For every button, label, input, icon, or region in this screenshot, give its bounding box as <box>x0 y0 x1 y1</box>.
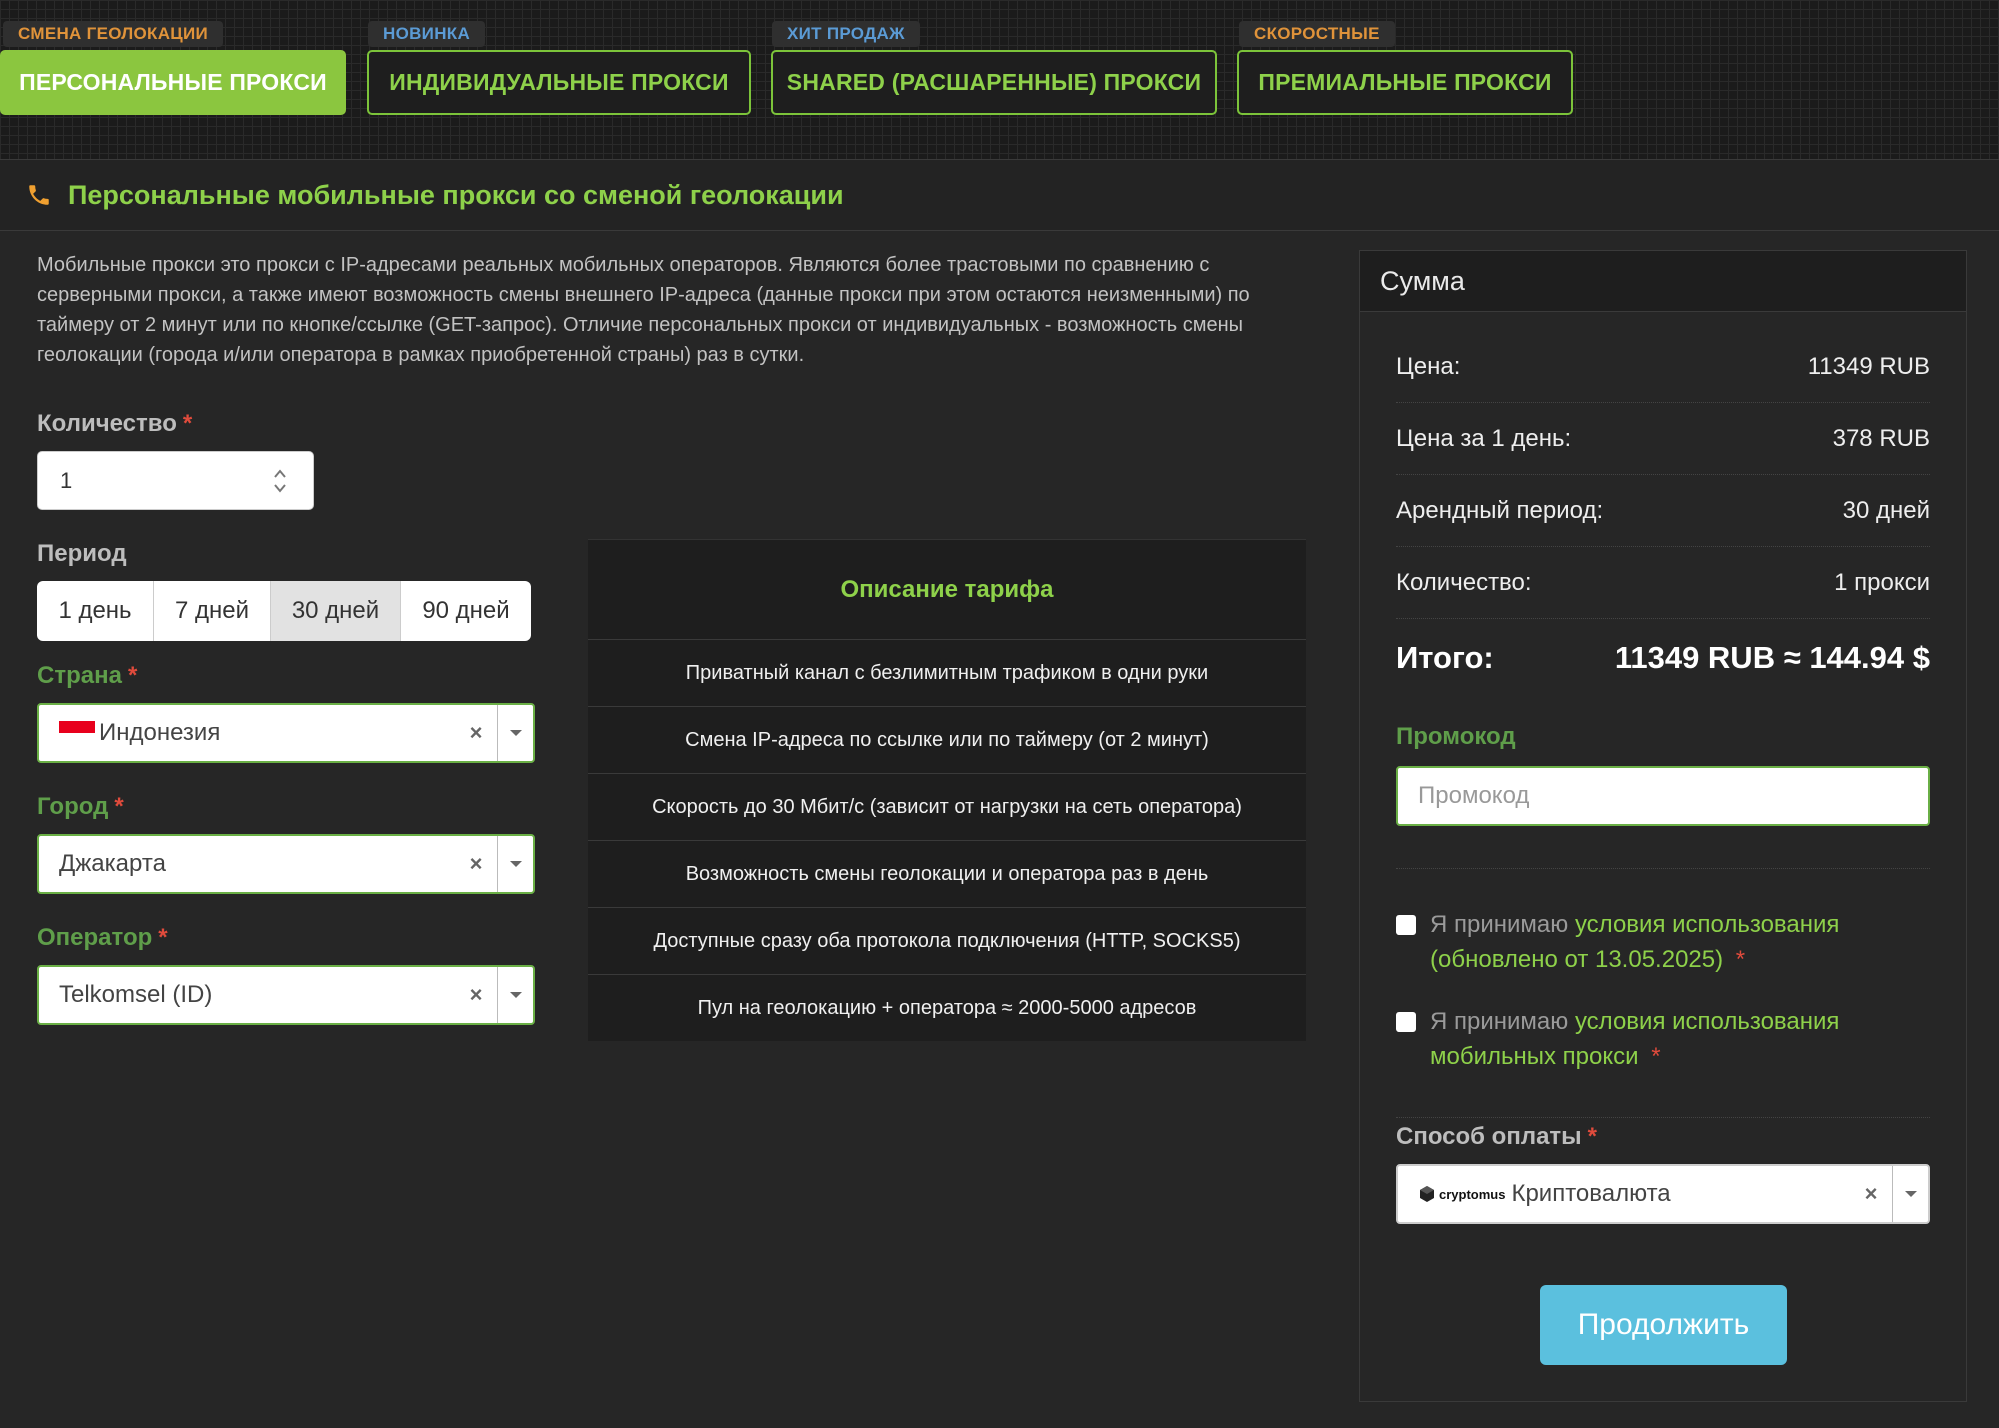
tab-badge: ХИТ ПРОДАЖ <box>772 21 920 47</box>
summary-value: 1 прокси <box>1834 568 1930 596</box>
chevron-down-icon[interactable] <box>497 705 533 761</box>
tab-badge: СМЕНА ГЕОЛОКАЦИИ <box>3 21 224 47</box>
payment-value: Криптовалюта <box>1511 1180 1671 1207</box>
indonesia-flag-icon <box>59 721 95 745</box>
summary-value: 378 RUB <box>1832 424 1930 452</box>
tariff-row: Пул на геолокацию + оператора ≈ 2000-500… <box>588 974 1306 1041</box>
tariff-row: Скорость до 30 Мбит/с (зависит от нагруз… <box>588 773 1306 840</box>
country-select[interactable]: Индонезия × <box>37 703 535 763</box>
mobile-terms-text: Я принимаю условия использования мобильн… <box>1430 1004 1930 1074</box>
tab-individual-button[interactable]: ИНДИВИДУАЛЬНЫЕ ПРОКСИ <box>367 50 751 115</box>
page-title: Персональные мобильные прокси со сменой … <box>68 179 844 210</box>
period-option-7[interactable]: 7 дней <box>154 581 271 641</box>
quantity-stepper[interactable]: 1 <box>37 451 314 510</box>
terms-text: Я принимаю условия использования (обновл… <box>1430 907 1930 977</box>
city-select[interactable]: Джакарта × <box>37 834 535 894</box>
chevron-down-icon[interactable] <box>1892 1166 1928 1222</box>
summary-label: Цена за 1 день: <box>1396 424 1572 452</box>
period-option-90[interactable]: 90 дней <box>401 581 531 641</box>
tab-shared-button[interactable]: SHARED (РАСШАРЕННЫЕ) ПРОКСИ <box>771 50 1217 115</box>
mobile-terms-checkbox[interactable] <box>1396 1012 1416 1032</box>
quantity-value: 1 <box>60 467 73 493</box>
payment-method-select[interactable]: cryptomus Криптовалюта × <box>1396 1164 1930 1224</box>
total-label: Итого: <box>1396 640 1494 675</box>
divider <box>1396 868 1930 869</box>
terms-checkbox[interactable] <box>1396 915 1416 935</box>
required-mark: * <box>127 662 138 689</box>
promo-label: Промокод <box>1396 723 1516 750</box>
clear-icon[interactable]: × <box>1850 1181 1892 1207</box>
city-value: Джакарта <box>59 850 166 877</box>
operator-label-text: Оператор <box>37 924 153 951</box>
summary-panel: Сумма Цена: 11349 RUB Цена за 1 день: 37… <box>1359 250 1967 1402</box>
city-label-text: Город <box>37 793 109 820</box>
divider <box>1396 1117 1930 1118</box>
chevron-down-icon[interactable] <box>497 967 533 1023</box>
clear-icon[interactable]: × <box>455 851 497 877</box>
quantity-label-text: Количество <box>37 410 177 437</box>
summary-label: Арендный период: <box>1396 496 1604 524</box>
quantity-label: Количество * <box>37 410 192 438</box>
country-label: Страна * <box>37 662 137 690</box>
period-option-30[interactable]: 30 дней <box>271 581 401 641</box>
summary-value: 30 дней <box>1842 496 1930 524</box>
tab-badge: НОВИНКА <box>368 21 486 47</box>
summary-row-period: Арендный период: 30 дней <box>1396 475 1930 547</box>
tariff-title: Описание тарифа <box>588 539 1306 639</box>
required-mark: * <box>182 410 193 437</box>
terms-prefix: Я принимаю <box>1430 911 1569 938</box>
operator-select[interactable]: Telkomsel (ID) × <box>37 965 535 1025</box>
cryptomus-logo-icon: cryptomus <box>1418 1185 1505 1203</box>
tariff-row: Доступные сразу оба протокола подключени… <box>588 907 1306 974</box>
mobile-terms-agreement: Я принимаю условия использования мобильн… <box>1396 1004 1930 1074</box>
period-option-1[interactable]: 1 день <box>37 581 154 641</box>
main-panel: Персональные мобильные прокси со сменой … <box>0 159 1999 1428</box>
tab-badge: СКОРОСТНЫЕ <box>1239 21 1395 47</box>
payment-label-text: Способ оплаты <box>1396 1123 1582 1150</box>
payment-label: Способ оплаты * <box>1396 1123 1597 1151</box>
continue-button[interactable]: Продолжить <box>1540 1285 1787 1365</box>
clear-icon[interactable]: × <box>455 982 497 1008</box>
summary-title: Сумма <box>1360 251 1966 312</box>
required-mark: * <box>158 924 168 951</box>
summary-row-price: Цена: 11349 RUB <box>1396 331 1930 403</box>
summary-label: Количество: <box>1396 568 1532 596</box>
required-mark: * <box>1651 1043 1661 1070</box>
summary-row-total: Итого: 11349 RUB ≈ 144.94 $ <box>1396 622 1930 694</box>
tab-premium-button[interactable]: ПРЕМИАЛЬНЫЕ ПРОКСИ <box>1237 50 1573 115</box>
chevron-down-icon[interactable] <box>497 836 533 892</box>
operator-value: Telkomsel (ID) <box>59 981 213 1008</box>
city-label: Город * <box>37 793 124 821</box>
summary-label: Цена: <box>1396 352 1461 380</box>
panel-header: Персональные мобильные прокси со сменой … <box>0 160 1999 231</box>
description-text: Мобильные прокси это прокси с IP-адресам… <box>37 254 1250 366</box>
total-value: 11349 RUB ≈ 144.94 $ <box>1614 640 1930 675</box>
phone-icon <box>26 182 52 208</box>
terms-prefix: Я принимаю <box>1430 1008 1569 1035</box>
tab-personal-button[interactable]: ПЕРСОНАЛЬНЫЕ ПРОКСИ <box>0 50 346 115</box>
tariff-table: Описание тарифа Приватный канал с безлим… <box>588 539 1306 1041</box>
cryptomus-logo-text: cryptomus <box>1439 1186 1506 1202</box>
tariff-row: Возможность смены геолокации и оператора… <box>588 840 1306 907</box>
clear-icon[interactable]: × <box>455 720 497 746</box>
operator-label: Оператор * <box>37 924 168 952</box>
country-value: Индонезия <box>99 719 221 746</box>
tariff-row: Приватный канал с безлимитным трафиком в… <box>588 639 1306 706</box>
promo-code-input[interactable] <box>1396 766 1930 826</box>
summary-row-quantity: Количество: 1 прокси <box>1396 547 1930 619</box>
spinner-arrows-icon[interactable] <box>273 464 287 498</box>
terms-agreement: Я принимаю условия использования (обновл… <box>1396 907 1930 977</box>
summary-row-price-per-day: Цена за 1 день: 378 RUB <box>1396 403 1930 475</box>
required-mark: * <box>1735 946 1746 973</box>
required-mark: * <box>114 793 124 820</box>
period-selector: 1 день 7 дней 30 дней 90 дней <box>37 581 531 641</box>
period-label: Период <box>37 540 127 567</box>
country-label-text: Страна <box>37 662 122 689</box>
required-mark: * <box>1587 1123 1598 1150</box>
summary-value: 11349 RUB <box>1807 352 1930 380</box>
tariff-row: Смена IP-адреса по ссылке или по таймеру… <box>588 706 1306 773</box>
